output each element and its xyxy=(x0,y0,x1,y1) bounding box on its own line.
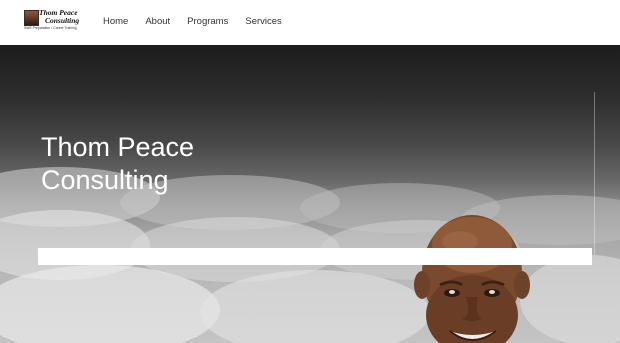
logo-portrait-icon xyxy=(24,10,39,26)
logo-title-line2: Consulting xyxy=(45,15,80,25)
vertical-divider xyxy=(594,92,595,255)
portrait-photo xyxy=(414,215,530,343)
main-nav: Home About Programs Services xyxy=(103,16,299,27)
nav-about[interactable]: About xyxy=(145,16,170,27)
hero-section: Thom Peace Consulting xyxy=(0,45,620,343)
site-header: Thom Peace Consulting SWE Preparation • … xyxy=(0,0,620,45)
logo[interactable]: Thom Peace Consulting SWE Preparation • … xyxy=(24,9,82,32)
overlay-bar xyxy=(38,248,592,265)
hero-title-line2: Consulting xyxy=(41,165,169,195)
logo-title: Thom Peace Consulting xyxy=(39,9,79,24)
logo-tagline: SWE Preparation • Career Training xyxy=(24,26,77,30)
hero-title: Thom Peace Consulting xyxy=(41,131,194,197)
nav-programs[interactable]: Programs xyxy=(187,16,228,27)
page: Thom Peace Consulting SWE Preparation • … xyxy=(0,0,620,343)
nav-services[interactable]: Services xyxy=(245,16,281,27)
nav-home[interactable]: Home xyxy=(103,16,128,27)
hero-title-line1: Thom Peace xyxy=(41,132,195,162)
